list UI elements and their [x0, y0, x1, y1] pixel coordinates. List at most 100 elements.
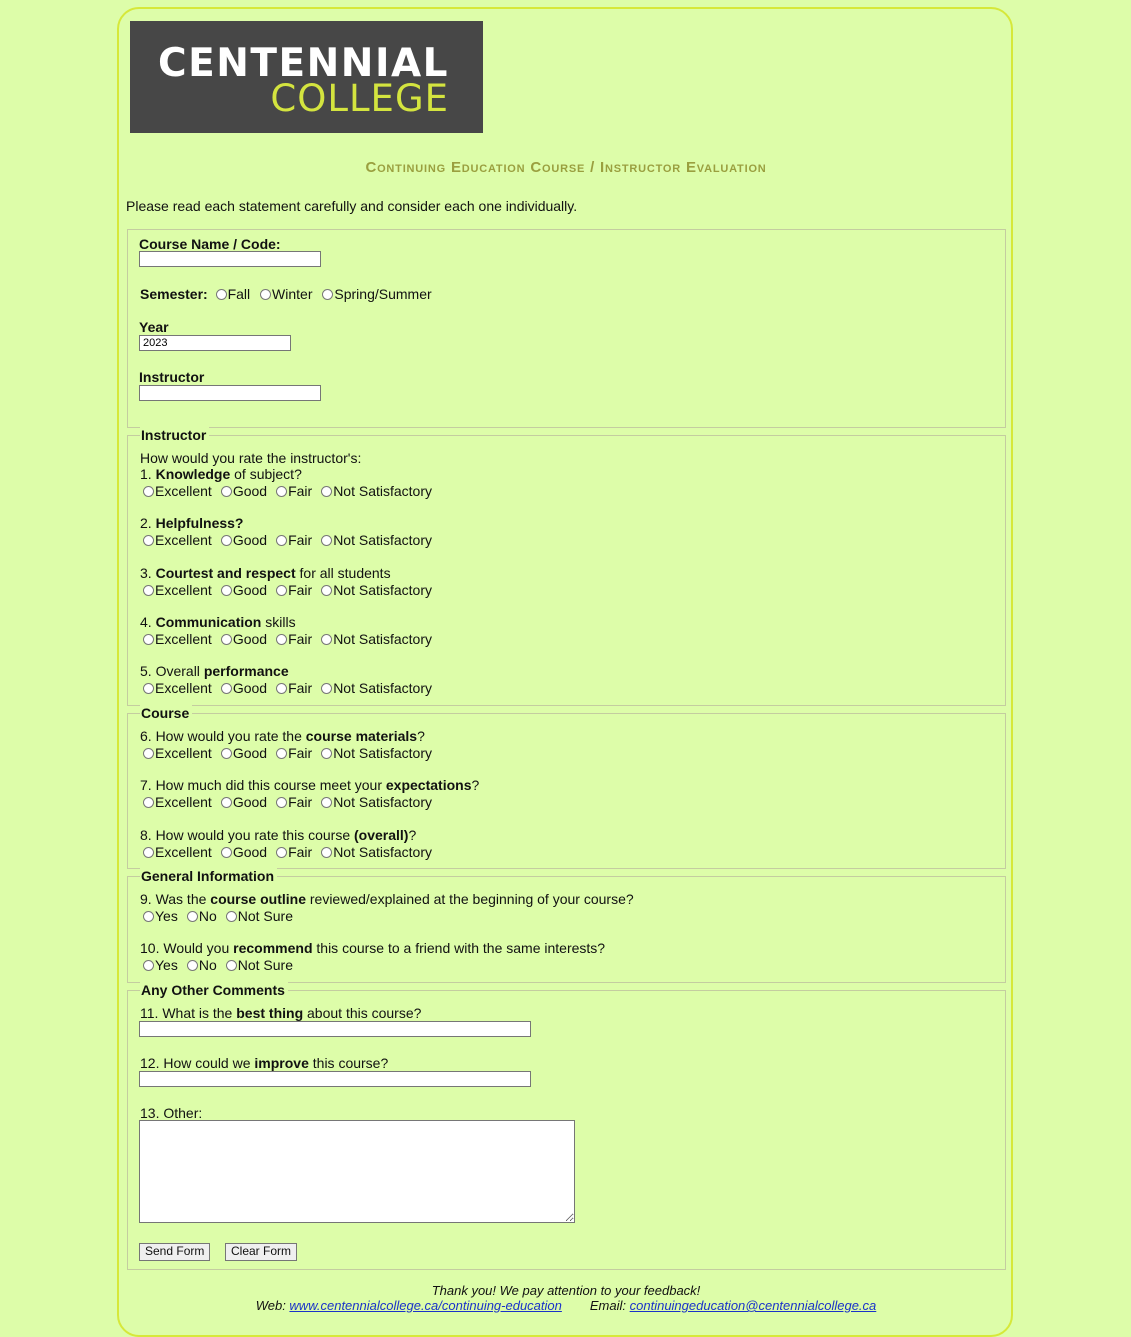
no-radio[interactable] — [186, 911, 198, 922]
rating-group-6: Excellent Good Fair Not Satisfactory — [139, 745, 432, 761]
rating-good-radio[interactable] — [220, 797, 232, 808]
yes-radio[interactable] — [143, 960, 154, 971]
question-7: 7. How much did this course meet your ex… — [140, 777, 480, 793]
rating-excellent-radio[interactable] — [143, 585, 154, 596]
footer-contact: Web: www.centennialcollege.ca/continuing… — [126, 1298, 1006, 1313]
rating-good-radio[interactable] — [220, 683, 232, 694]
page-title: Continuing Education Course / Instructor… — [365, 159, 767, 176]
general-info-legend: General Information — [140, 868, 278, 884]
year-label: Year — [139, 319, 169, 335]
question-8: 8. How would you rate this course (overa… — [140, 827, 417, 843]
yes-no-group-9: Yes No Not Sure — [139, 908, 293, 924]
question-13: 13. Other: — [140, 1105, 203, 1121]
course-name-label: Course Name / Code: — [139, 236, 281, 252]
yes-no-group-10: Yes No Not Sure — [139, 957, 293, 973]
rating-group-7: Excellent Good Fair Not Satisfactory — [139, 794, 432, 810]
rating-fair-radio[interactable] — [276, 683, 288, 694]
not-sure-radio[interactable] — [225, 911, 237, 922]
rating-excellent-radio[interactable] — [143, 847, 154, 858]
comments-section: Any Other Comments 11. What is the best … — [127, 982, 1006, 1270]
college-logo: CENTENNIAL COLLEGE — [130, 21, 483, 133]
instructor-input[interactable] — [139, 385, 321, 401]
semester-option-label: Spring/Summer — [334, 286, 432, 302]
course-info-box: Course Name / Code: Semester: Fall Winte… — [127, 229, 1006, 428]
semester-group: Semester: Fall Winter Spring/Summer — [140, 286, 432, 302]
best-thing-input[interactable] — [139, 1021, 531, 1037]
question-11: 11. What is the best thing about this co… — [140, 1005, 422, 1021]
rating-fair-radio[interactable] — [276, 585, 288, 596]
rating-not-satisfactory-radio[interactable] — [321, 797, 333, 808]
no-radio[interactable] — [186, 960, 198, 971]
improve-input[interactable] — [139, 1071, 531, 1087]
question-10: 10. Would you recommend this course to a… — [140, 940, 606, 956]
question-4: 4. Communication skills — [140, 614, 296, 630]
rating-fair-radio[interactable] — [276, 748, 288, 759]
instructor-legend: Instructor — [140, 427, 210, 443]
semester-winter-radio[interactable] — [260, 289, 272, 300]
rating-fair-radio[interactable] — [276, 797, 288, 808]
question-12: 12. How could we improve this course? — [140, 1055, 389, 1071]
rating-not-satisfactory-radio[interactable] — [321, 847, 333, 858]
website-link[interactable]: www.centennialcollege.ca/continuing-educ… — [289, 1298, 561, 1313]
course-name-input[interactable] — [139, 251, 321, 267]
email-label: Email: — [589, 1298, 630, 1313]
other-comments-textarea[interactable] — [139, 1120, 575, 1223]
rating-fair-radio[interactable] — [276, 486, 288, 497]
rating-good-radio[interactable] — [220, 634, 232, 645]
semester-label: Semester: — [140, 286, 208, 302]
semester-spring-summer-radio[interactable] — [322, 289, 334, 300]
instructor-section: Instructor How would you rate the instru… — [127, 427, 1006, 706]
yes-radio[interactable] — [143, 911, 154, 922]
rating-not-satisfactory-radio[interactable] — [321, 535, 333, 546]
rating-good-radio[interactable] — [220, 535, 232, 546]
year-input[interactable] — [139, 335, 291, 351]
semester-fall-radio[interactable] — [215, 289, 227, 300]
question-9: 9. Was the course outline reviewed/expla… — [140, 891, 634, 907]
rating-group-4: Excellent Good Fair Not Satisfactory — [139, 631, 432, 647]
rating-fair-radio[interactable] — [276, 535, 288, 546]
rating-not-satisfactory-radio[interactable] — [321, 683, 333, 694]
rating-not-satisfactory-radio[interactable] — [321, 634, 333, 645]
rating-fair-radio[interactable] — [276, 634, 288, 645]
rating-not-satisfactory-radio[interactable] — [321, 486, 333, 497]
intro-text: Please read each statement carefully and… — [126, 198, 578, 214]
rating-excellent-radio[interactable] — [143, 797, 154, 808]
rating-group-2: Excellent Good Fair Not Satisfactory — [139, 532, 432, 548]
instructor-prompt: How would you rate the instructor's: — [140, 450, 362, 466]
send-form-button[interactable]: Send Form — [139, 1243, 211, 1261]
rating-group-5: Excellent Good Fair Not Satisfactory — [139, 680, 432, 696]
course-section: Course 6. How would you rate the course … — [127, 705, 1006, 869]
footer-thanks: Thank you! We pay attention to your feed… — [431, 1283, 701, 1298]
rating-group-8: Excellent Good Fair Not Satisfactory — [139, 844, 432, 860]
rating-good-radio[interactable] — [220, 585, 232, 596]
not-sure-radio[interactable] — [225, 960, 237, 971]
question-1: 1. Knowledge of subject? — [140, 466, 302, 482]
rating-not-satisfactory-radio[interactable] — [321, 748, 333, 759]
question-2: 2. Helpfulness? — [140, 515, 244, 531]
instructor-label: Instructor — [139, 369, 205, 385]
logo-line-2: COLLEGE — [270, 77, 449, 120]
rating-fair-radio[interactable] — [276, 847, 288, 858]
web-label: Web: — [255, 1298, 290, 1313]
clear-form-button[interactable]: Clear Form — [225, 1243, 298, 1261]
rating-excellent-radio[interactable] — [143, 683, 154, 694]
rating-group-1: Excellent Good Fair Not Satisfactory — [139, 483, 432, 499]
rating-good-radio[interactable] — [220, 486, 232, 497]
rating-excellent-radio[interactable] — [143, 535, 154, 546]
rating-good-radio[interactable] — [220, 748, 232, 759]
rating-excellent-radio[interactable] — [143, 748, 154, 759]
comments-legend: Any Other Comments — [140, 982, 288, 998]
semester-option-label: Fall — [227, 286, 251, 302]
email-link[interactable]: continuingeducation@centennialcollege.ca — [630, 1298, 877, 1313]
question-3: 3. Courtest and respect for all students — [140, 565, 391, 581]
semester-option-label: Winter — [272, 286, 313, 302]
rating-not-satisfactory-radio[interactable] — [321, 585, 333, 596]
rating-excellent-radio[interactable] — [143, 634, 154, 645]
rating-excellent-radio[interactable] — [143, 486, 154, 497]
general-info-section: General Information 9. Was the course ou… — [127, 868, 1006, 983]
question-6: 6. How would you rate the course materia… — [140, 728, 425, 744]
question-5: 5. Overall performance — [140, 663, 289, 679]
rating-group-3: Excellent Good Fair Not Satisfactory — [139, 582, 432, 598]
course-legend: Course — [140, 705, 193, 721]
rating-good-radio[interactable] — [220, 847, 232, 858]
